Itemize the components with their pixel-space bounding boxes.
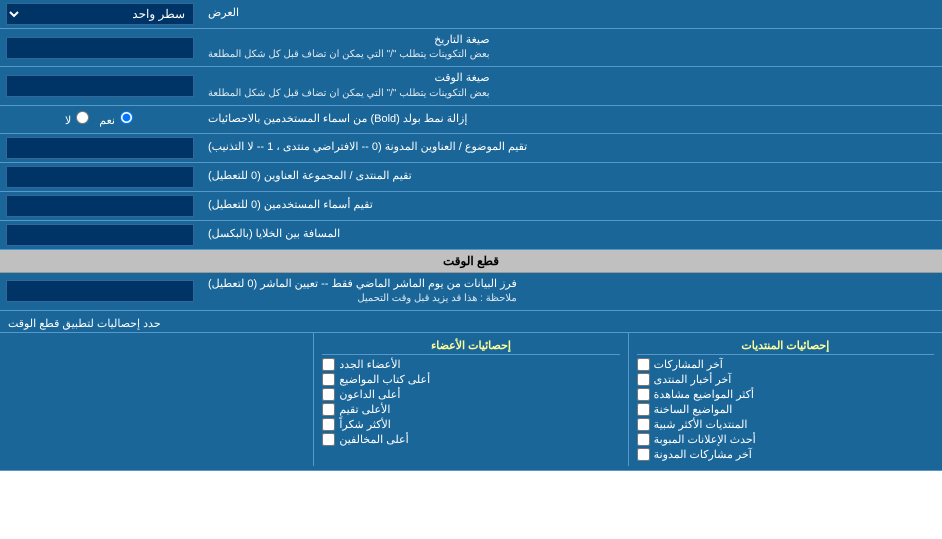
realtime-filter-label: فرز البيانات من يوم الماشر الماضي فقط --… — [200, 273, 942, 310]
display-row: العرض سطر واحد سطرين ثلاثة أسطر — [0, 0, 942, 29]
forum-sort-label: تقيم المنتدى / المجموعة العناوين (0 للتع… — [200, 163, 942, 191]
bold-yes-label: نعم — [99, 111, 135, 127]
stats-checkbox[interactable] — [322, 403, 335, 416]
stats-item: أعلى كتاب المواضيع — [322, 372, 619, 387]
users-sort-row: تقيم أسماء المستخدمين (0 للتعطيل) 0 — [0, 192, 942, 221]
users-sort-label: تقيم أسماء المستخدمين (0 للتعطيل) — [200, 192, 942, 220]
spacing-label: المسافة بين الخلايا (بالبكسل) — [200, 221, 942, 249]
bold-radio-group: نعم لا — [57, 109, 143, 129]
stats-item: آخر مشاركات المدونة — [637, 447, 934, 462]
stats-col-empty — [0, 333, 314, 466]
display-label: العرض — [200, 0, 942, 28]
users-sort-input-cell: 0 — [0, 192, 200, 220]
stats-checkbox[interactable] — [637, 448, 650, 461]
spacing-row: المسافة بين الخلايا (بالبكسل) 2 — [0, 221, 942, 250]
forum-sort-row: تقيم المنتدى / المجموعة العناوين (0 للتع… — [0, 163, 942, 192]
stats-checkbox[interactable] — [637, 373, 650, 386]
bold-yes-radio[interactable] — [120, 111, 133, 124]
stats-item: الأعضاء الجدد — [322, 357, 619, 372]
stats-item: الأعلى تقيم — [322, 402, 619, 417]
topic-sort-row: تقيم الموضوع / العناوين المدونة (0 -- ال… — [0, 134, 942, 163]
time-format-row: صيغة الوقت بعض التكوينات يتطلب "/" التي … — [0, 67, 942, 105]
stats-header-label: حدد إحصاليات لتطبيق قطع الوقت — [8, 317, 934, 330]
stats-col-members: إحصائيات الأعضاء الأعضاء الجدد أعلى كتاب… — [314, 333, 628, 466]
stats-item: أحدث الإعلانات المبوبة — [637, 432, 934, 447]
bold-remove-label: إزالة نمط بولد (Bold) من اسماء المستخدمي… — [200, 106, 942, 133]
stats-checkbox[interactable] — [322, 358, 335, 371]
stats-item: آخر أخبار المنتدى — [637, 372, 934, 387]
forum-sort-input[interactable]: 33 — [6, 166, 194, 188]
bold-no-label: لا — [65, 111, 91, 127]
bold-remove-radio-cell: نعم لا — [0, 106, 200, 133]
realtime-filter-input-cell: 0 — [0, 273, 200, 310]
forum-sort-input-cell: 33 — [0, 163, 200, 191]
topic-sort-label: تقيم الموضوع / العناوين المدونة (0 -- ال… — [200, 134, 942, 162]
stats-forums-header: إحصائيات المنتديات — [637, 337, 934, 355]
stats-item: أعلى الداعون — [322, 387, 619, 402]
bold-remove-row: إزالة نمط بولد (Bold) من اسماء المستخدمي… — [0, 106, 942, 134]
stats-item: المواضيع الساخنة — [637, 402, 934, 417]
date-format-input-cell: d-m — [0, 29, 200, 66]
stats-checkbox[interactable] — [637, 388, 650, 401]
stats-item: أعلى المخالفين — [322, 432, 619, 447]
time-format-label: صيغة الوقت بعض التكوينات يتطلب "/" التي … — [200, 67, 942, 104]
display-select[interactable]: سطر واحد سطرين ثلاثة أسطر — [6, 3, 194, 25]
realtime-section-header: قطع الوقت — [0, 250, 942, 273]
stats-section: حدد إحصاليات لتطبيق قطع الوقت إحصائيات ا… — [0, 311, 942, 471]
topic-sort-input-cell: 33 — [0, 134, 200, 162]
realtime-filter-input[interactable]: 0 — [6, 280, 194, 302]
display-input-cell: سطر واحد سطرين ثلاثة أسطر — [0, 0, 200, 28]
stats-item: الأكثر شكراً — [322, 417, 619, 432]
realtime-filter-row: فرز البيانات من يوم الماشر الماضي فقط --… — [0, 273, 942, 311]
stats-checkbox[interactable] — [322, 373, 335, 386]
date-format-row: صيغة التاريخ بعض التكوينات يتطلب "/" الت… — [0, 29, 942, 67]
users-sort-input[interactable]: 0 — [6, 195, 194, 217]
stats-item: أكثر المواضيع مشاهدة — [637, 387, 934, 402]
date-format-input[interactable]: d-m — [6, 37, 194, 59]
topic-sort-input[interactable]: 33 — [6, 137, 194, 159]
stats-item: آخر المشاركات — [637, 357, 934, 372]
stats-checkbox[interactable] — [322, 433, 335, 446]
bold-no-radio[interactable] — [76, 111, 89, 124]
stats-checkbox[interactable] — [322, 418, 335, 431]
stats-checkbox[interactable] — [637, 418, 650, 431]
stats-checkbox[interactable] — [637, 358, 650, 371]
time-format-input[interactable]: H:i — [6, 75, 194, 97]
spacing-input-cell: 2 — [0, 221, 200, 249]
stats-checkbox[interactable] — [322, 388, 335, 401]
date-format-label: صيغة التاريخ بعض التكوينات يتطلب "/" الت… — [200, 29, 942, 66]
stats-col-forums: إحصائيات المنتديات آخر المشاركات آخر أخب… — [629, 333, 942, 466]
stats-members-header: إحصائيات الأعضاء — [322, 337, 619, 355]
stats-checkbox[interactable] — [637, 433, 650, 446]
spacing-input[interactable]: 2 — [6, 224, 194, 246]
stats-checkbox[interactable] — [637, 403, 650, 416]
stats-item: المنتديات الأكثر شبية — [637, 417, 934, 432]
time-format-input-cell: H:i — [0, 67, 200, 104]
